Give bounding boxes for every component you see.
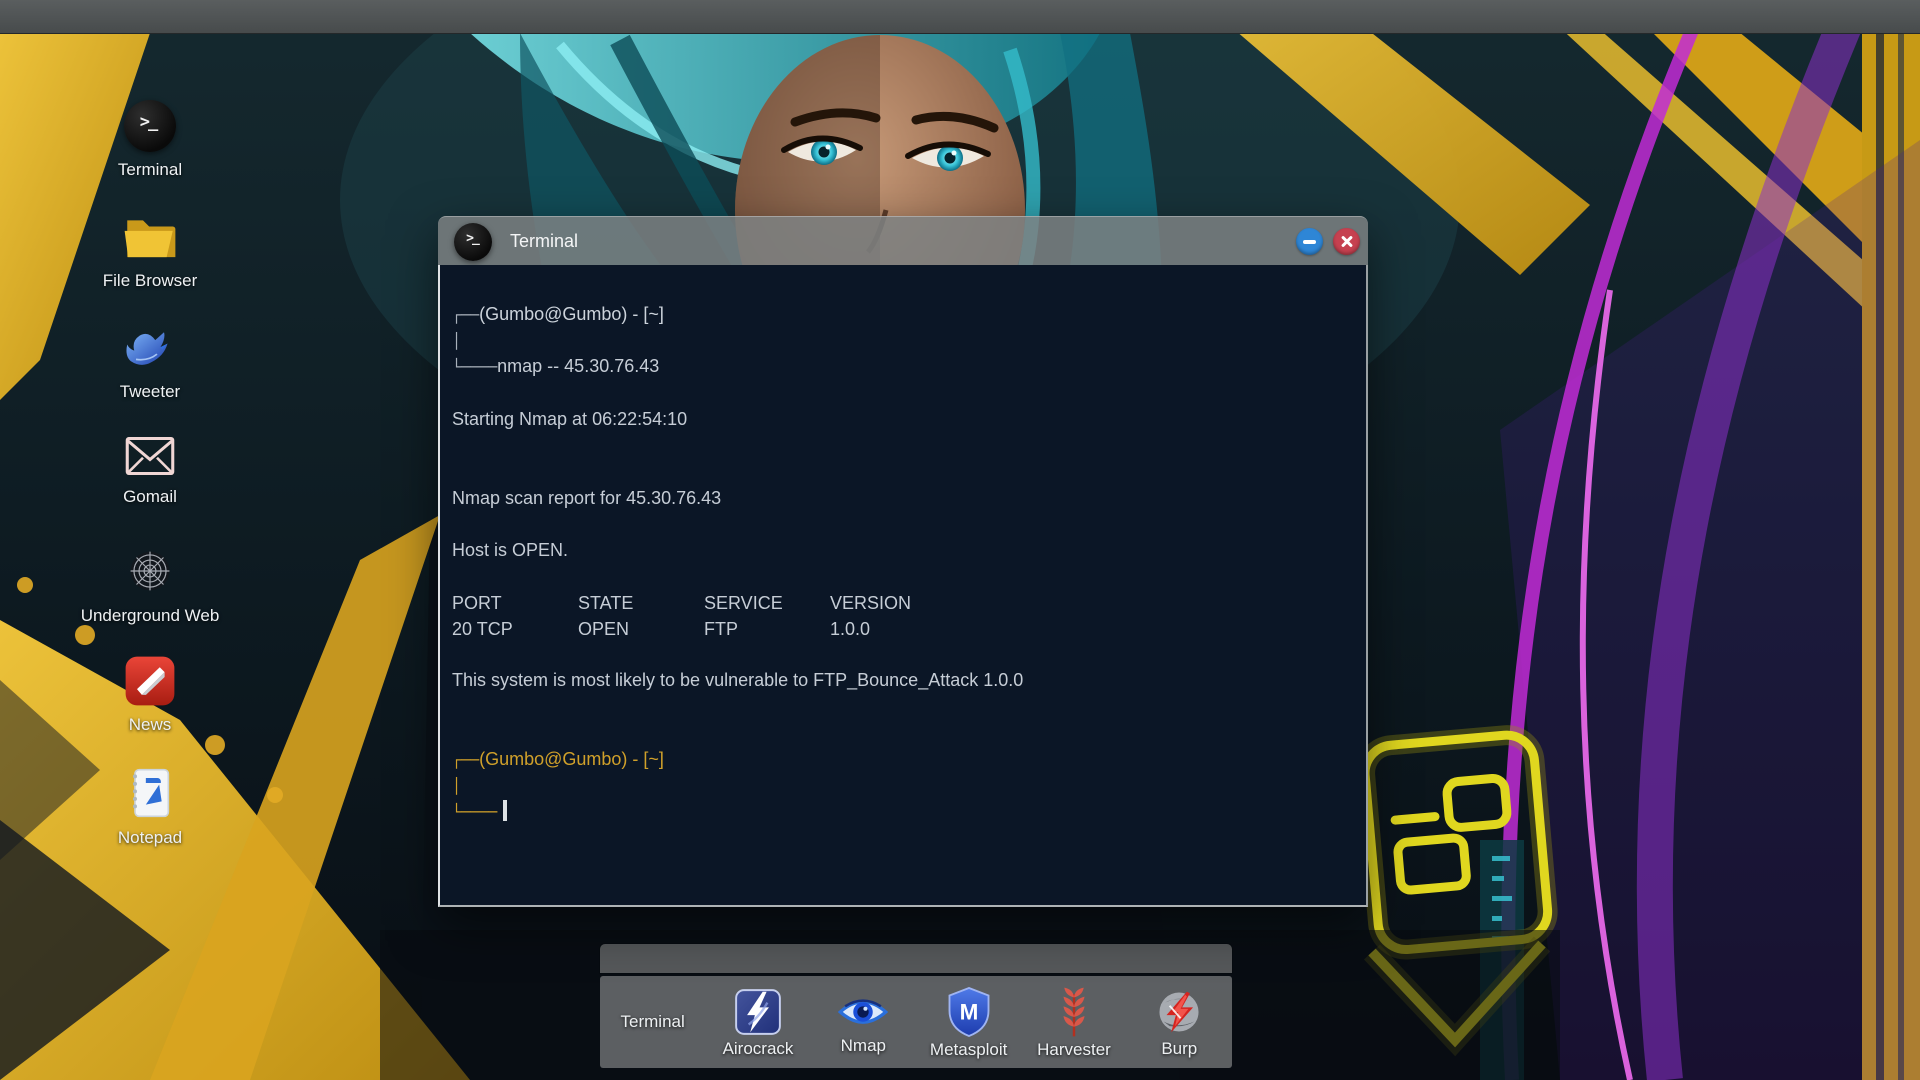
dock-item-metasploit[interactable]: M Metasploit: [916, 976, 1021, 1068]
terminal-glyph: >_: [139, 112, 159, 132]
minimize-icon: [1303, 240, 1316, 244]
harvester-wheat-icon: [1063, 987, 1085, 1036]
desktop-icon-news[interactable]: News: [60, 655, 240, 734]
folder-icon: [124, 220, 176, 258]
minimize-button[interactable]: [1296, 228, 1323, 255]
dock-item-airocrack[interactable]: Airocrack: [705, 976, 810, 1068]
news-icon: [125, 656, 175, 706]
top-bar: [0, 0, 1920, 34]
prompt-block: ┌──(Gumbo@Gumbo) - [~] │ └────nmap -- 45…: [452, 301, 1352, 379]
terminal-window: >_ Terminal ┌──(Gumbo@Gumbo) - [~] │ └──…: [438, 216, 1368, 907]
desktop-icon-label: Terminal: [117, 160, 183, 179]
terminal-icon: >_: [124, 100, 176, 152]
text-cursor: [503, 800, 508, 821]
window-title: Terminal: [510, 231, 579, 251]
command-text: nmap -- 45.30.76.43: [497, 356, 660, 376]
dock-item-label: Nmap: [840, 1035, 886, 1055]
nmap-eye-icon: [838, 998, 889, 1024]
dock-item-label: Metasploit: [929, 1039, 1008, 1059]
terminal-line: └────: [452, 798, 1352, 824]
desktop-icon-label: Notepad: [117, 828, 183, 847]
scan-table-row: 20 TCP OPEN FTP 1.0.0: [452, 619, 871, 639]
desktop-icon-gomail[interactable]: Gomail: [60, 433, 240, 506]
terminal-line: ┌──(Gumbo@Gumbo) - [~]: [452, 301, 1352, 327]
dock-item-label: Harvester: [1037, 1039, 1111, 1059]
spiderweb-icon: [130, 551, 170, 591]
dock-item-label: Terminal: [620, 1012, 685, 1031]
dock-item-burp[interactable]: Burp: [1127, 976, 1232, 1068]
prompt-user: (Gumbo@Gumbo) - [~]: [479, 304, 664, 324]
notepad-icon: [133, 768, 170, 818]
terminal-icon: >_: [454, 222, 492, 261]
prompt-connector: ┌──: [452, 751, 480, 769]
dock-item-harvester[interactable]: Harvester: [1021, 976, 1126, 1068]
burp-icon: [1159, 991, 1199, 1032]
desktop: >_ Terminal File Browser Tweeter Gomail: [0, 0, 1920, 1080]
desktop-icon-underground-web[interactable]: Underground Web: [60, 544, 240, 625]
prompt-block: ┌──(Gumbo@Gumbo) - [~] │ └────: [452, 746, 1352, 824]
terminal-line: └────nmap -- 45.30.76.43: [452, 356, 660, 376]
desktop-icon-label: File Browser: [102, 271, 198, 290]
envelope-icon: [125, 436, 175, 476]
terminal-line: Starting Nmap at 06:22:54:10: [452, 409, 688, 429]
terminal-titlebar[interactable]: >_ Terminal: [438, 216, 1368, 266]
terminal-glyph: >_: [466, 231, 480, 246]
desktop-icon-tweeter[interactable]: Tweeter: [60, 322, 240, 401]
terminal-line: │: [452, 332, 462, 350]
vulnerability-line: This system is most likely to be vulnera…: [452, 670, 1024, 690]
prompt-user: (Gumbo@Gumbo) - [~]: [479, 749, 664, 769]
metasploit-shield-icon: M: [948, 986, 990, 1037]
desktop-icon-label: Tweeter: [119, 382, 181, 401]
close-button[interactable]: [1333, 228, 1360, 255]
dock: >_ Terminal Airocrack Nmap: [600, 976, 1232, 1068]
dock-shelf: [600, 944, 1232, 973]
terminal-line: Nmap scan report for 45.30.76.43: [452, 488, 722, 508]
dock-item-label: Burp: [1161, 1038, 1198, 1058]
scan-table-header: PORT STATE SERVICE VERSION: [452, 593, 912, 613]
terminal-line: ┌──(Gumbo@Gumbo) - [~]: [452, 746, 1352, 772]
bird-icon: [126, 332, 168, 365]
terminal-line: Host is OPEN.: [452, 540, 569, 560]
desktop-icon-label: News: [128, 715, 172, 734]
airocrack-icon: [735, 988, 781, 1035]
terminal-output[interactable]: ┌──(Gumbo@Gumbo) - [~] │ └────nmap -- 45…: [438, 265, 1368, 907]
terminal-line: │: [452, 777, 462, 795]
desktop-icon-label: Gomail: [123, 487, 177, 506]
desktop-icon-label: Underground Web: [80, 606, 220, 625]
desktop-icon-terminal[interactable]: >_ Terminal: [60, 100, 240, 179]
desktop-icon-file-browser[interactable]: File Browser: [60, 211, 240, 290]
desktop-icon-notepad[interactable]: Notepad: [60, 766, 240, 847]
dock-item-nmap[interactable]: Nmap: [811, 976, 916, 1068]
metasploit-letter: M: [959, 999, 978, 1024]
prompt-connector: ┌──: [452, 306, 480, 324]
dock-item-label: Airocrack: [722, 1038, 794, 1058]
dock-item-terminal[interactable]: >_ Terminal: [600, 976, 705, 1068]
